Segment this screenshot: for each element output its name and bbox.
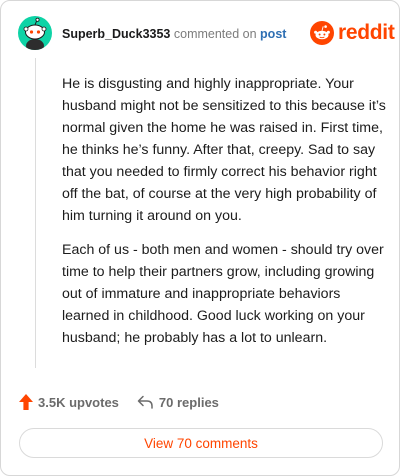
upvote-button[interactable]: 3.5K upvotes (19, 394, 119, 410)
comment-paragraph: Each of us - both men and women - should… (62, 242, 384, 346)
view-comments-button[interactable]: View 70 comments (19, 428, 383, 458)
brand-wordmark: reddit (338, 21, 395, 44)
reply-count: 70 replies (158, 394, 219, 410)
username-link[interactable]: Superb_Duck3353 (62, 27, 170, 41)
reply-button[interactable]: 70 replies (137, 395, 219, 410)
comment-header: Superb_Duck3353 commented on post (62, 26, 286, 42)
comment-paragraph: He is disgusting and highly inappropriat… (62, 76, 386, 224)
upvote-arrow-icon (19, 394, 33, 410)
comment-body: He is disgusting and highly inappropriat… (62, 73, 388, 361)
reddit-alien-icon (310, 21, 334, 45)
reply-arrow-icon (137, 395, 153, 409)
user-avatar[interactable] (18, 16, 52, 50)
thread-line (35, 58, 36, 368)
comment-stats: 3.5K upvotes 70 replies (19, 394, 219, 410)
comment-card: Superb_Duck3353 commented on post reddit… (0, 0, 400, 476)
snoo-avatar-icon (23, 17, 47, 50)
action-text: commented on (173, 27, 257, 41)
reddit-logo[interactable]: reddit (310, 21, 395, 45)
post-link[interactable]: post (260, 27, 286, 41)
upvote-count: 3.5K upvotes (38, 394, 119, 410)
